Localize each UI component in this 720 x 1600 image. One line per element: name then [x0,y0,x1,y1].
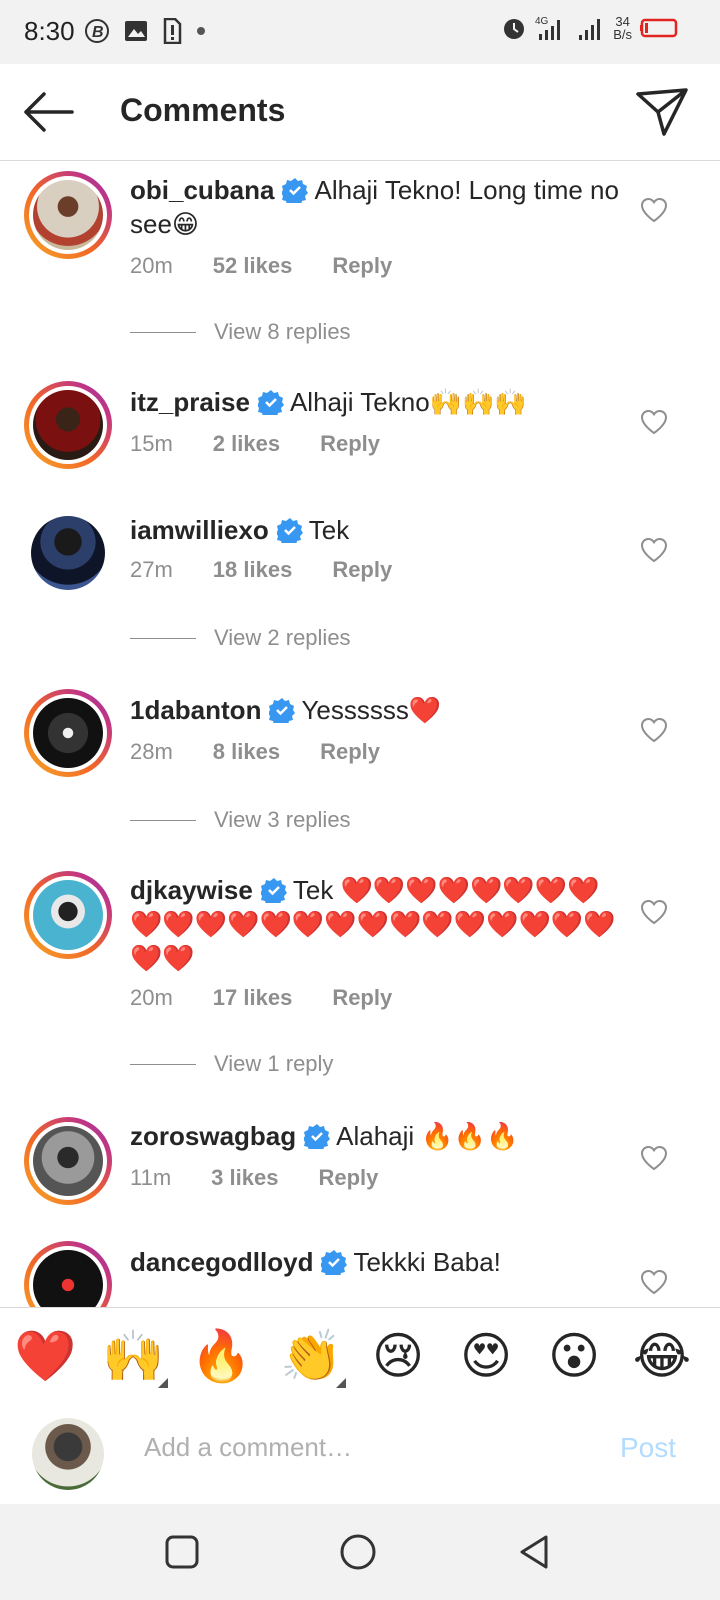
comment-time: 27m [130,557,173,582]
skin-tone-indicator-icon [158,1378,168,1388]
system-nav-bar [0,1504,720,1600]
view-replies-button[interactable]: View 3 replies [130,807,351,833]
divider-line [130,1063,196,1065]
view-replies-button[interactable]: View 2 replies [130,625,351,651]
comments-list[interactable]: obi_cubana Alhaji Tekno! Long time no see… [0,161,720,1307]
reply-button[interactable]: Reply [332,557,392,583]
comment-input[interactable] [144,1432,564,1463]
alarm-icon [504,19,525,39]
avatar[interactable] [24,1241,112,1307]
comment-text: Yessssss❤️ [301,695,442,725]
emoji-fire[interactable]: 🔥 [190,1326,252,1386]
avatar[interactable] [24,381,112,469]
network-speed: 34 B/s [613,14,632,42]
send-icon[interactable] [634,86,690,138]
arrow-left-icon[interactable] [20,88,76,136]
comment-username[interactable]: zoroswagbag [130,1121,296,1151]
reply-button[interactable]: Reply [318,1165,378,1191]
heart-outline-icon[interactable] [640,1145,668,1171]
status-time: 8:30 [24,16,75,46]
svg-text:B: B [92,24,104,41]
page-title: Comments [120,92,286,128]
divider-line [130,819,196,821]
comment-text: Tek [308,515,350,545]
comment-likes[interactable]: 8 likes [213,739,280,765]
recents-square-icon[interactable] [162,1532,202,1572]
divider-line [130,331,196,333]
battery-low-icon [640,18,678,38]
view-replies-button[interactable]: View 1 reply [130,1051,333,1077]
comment-username[interactable]: itz_praise [130,387,250,417]
emoji-raising-hands[interactable]: 🙌 [102,1326,164,1386]
comment-likes[interactable]: 52 likes [213,253,293,279]
reply-button[interactable]: Reply [320,431,380,457]
post-button[interactable]: Post [620,1432,676,1464]
comments-header: Comments [0,64,720,161]
verified-badge-icon [304,1124,331,1149]
comment-text: Alhaji Tekno🙌🙌🙌 [289,387,527,417]
comment-username[interactable]: 1dabanton [130,695,261,725]
comment-text: Alahaji 🔥🔥🔥 [336,1121,519,1151]
comment-time: 11m [130,1165,172,1190]
comment-username[interactable]: obi_cubana [130,175,274,205]
comment-likes[interactable]: 17 likes [213,985,293,1011]
heart-outline-icon[interactable] [640,537,668,563]
status-bar: 8:30 B 4G 34 B/s [0,0,720,64]
sim-alert-icon [163,18,182,44]
avatar[interactable] [24,509,112,597]
current-user-avatar [32,1418,104,1490]
emoji-laughing[interactable]: 😂 [632,1326,692,1386]
emoji-heart-eyes[interactable]: 😍 [456,1326,516,1386]
heart-outline-icon[interactable] [640,197,668,223]
comment-time: 28m [130,739,173,764]
verified-badge-icon [282,178,309,203]
comment-username[interactable]: iamwilliexo [130,515,269,545]
verified-badge-icon [321,1250,348,1275]
dot-icon [197,27,205,35]
reply-button[interactable]: Reply [332,985,392,1011]
back-triangle-icon[interactable] [514,1532,554,1572]
verified-badge-icon [276,518,303,543]
quick-emoji-bar: ❤️ 🙌 🔥 👏 😢 😍 😮 😂 [0,1307,720,1405]
divider-line [130,637,196,639]
verified-badge-icon [257,390,284,415]
signal-4g-icon: 4G [535,16,561,40]
heart-outline-icon[interactable] [640,717,668,743]
view-replies-button[interactable]: View 8 replies [130,319,351,345]
comment-time: 20m [130,985,173,1010]
reply-button[interactable]: Reply [332,253,392,279]
comment-composer: Post [0,1404,720,1504]
b-icon: B [85,19,109,43]
comment-username[interactable]: dancegodlloyd [130,1247,313,1277]
verified-badge-icon [269,698,296,723]
emoji-heart[interactable]: ❤️ [14,1326,76,1386]
comment-username[interactable]: djkaywise [130,875,253,905]
avatar[interactable] [24,1117,112,1205]
comment-likes[interactable]: 18 likes [213,557,293,583]
avatar[interactable] [24,171,112,259]
heart-outline-icon[interactable] [640,899,668,925]
home-circle-icon[interactable] [338,1532,378,1572]
heart-outline-icon[interactable] [640,409,668,435]
image-icon [125,21,147,41]
avatar[interactable] [24,871,112,959]
verified-badge-icon [260,878,287,903]
signal-icon [579,19,601,40]
svg-text:4G: 4G [535,16,549,27]
comment-likes[interactable]: 3 likes [211,1165,278,1191]
emoji-surprised[interactable]: 😮 [544,1326,604,1386]
emoji-crying[interactable]: 😢 [368,1326,428,1386]
skin-tone-indicator-icon [336,1378,346,1388]
emoji-clapping[interactable]: 👏 [280,1326,342,1386]
comment-time: 20m [130,253,173,278]
comment-time: 15m [130,431,173,456]
comment-likes[interactable]: 2 likes [213,431,280,457]
reply-button[interactable]: Reply [320,739,380,765]
avatar[interactable] [24,689,112,777]
heart-outline-icon[interactable] [640,1269,668,1295]
comment-text: Tekkki Baba! [353,1247,501,1277]
